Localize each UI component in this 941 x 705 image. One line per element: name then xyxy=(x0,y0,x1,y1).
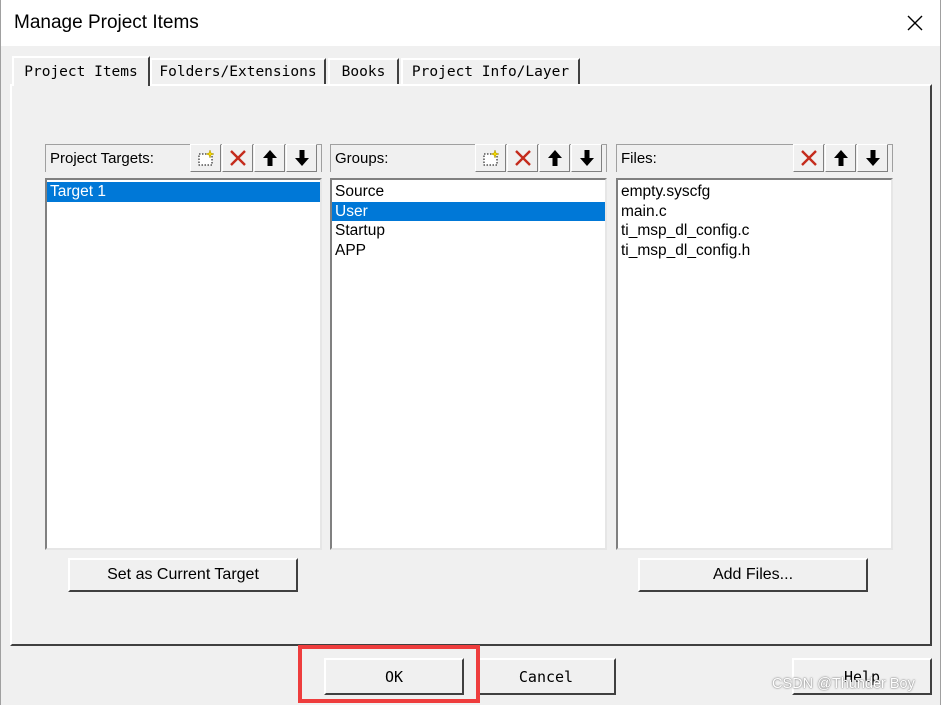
move-file-down-button[interactable] xyxy=(857,144,888,172)
move-down-icon xyxy=(294,150,309,166)
watermark: CSDN @Thunder Boy xyxy=(772,676,915,692)
targets-header-label: Project Targets: xyxy=(50,150,154,167)
delete-icon xyxy=(229,150,246,166)
title-bar: Manage Project Items xyxy=(0,0,941,46)
groups-panel: Groups: Source User Startup APP xyxy=(330,144,607,550)
move-down-icon xyxy=(579,150,594,166)
delete-group-button[interactable] xyxy=(507,144,538,172)
move-group-down-button[interactable] xyxy=(571,144,602,172)
list-item-target-1[interactable]: Target 1 xyxy=(47,182,320,202)
files-panel: Files: empty.syscfg main.c ti_msp_dl_con… xyxy=(616,144,893,550)
groups-list[interactable]: Source User Startup APP xyxy=(330,178,607,550)
window-border-left xyxy=(0,0,1,705)
move-target-down-button[interactable] xyxy=(286,144,317,172)
move-group-up-button[interactable] xyxy=(539,144,570,172)
tab-folders-extensions[interactable]: Folders/Extensions xyxy=(150,58,326,84)
files-list[interactable]: empty.syscfg main.c ti_msp_dl_config.c t… xyxy=(616,178,893,550)
delete-icon xyxy=(514,150,531,166)
list-item-group-user[interactable]: User xyxy=(332,201,605,221)
ok-highlight-box xyxy=(298,645,480,703)
new-group-button[interactable] xyxy=(475,144,506,172)
new-item-icon xyxy=(483,149,500,166)
list-item-file[interactable]: main.c xyxy=(618,202,891,222)
new-item-icon xyxy=(198,149,215,166)
move-file-up-button[interactable] xyxy=(825,144,856,172)
groups-header-label: Groups: xyxy=(335,150,389,167)
tab-books[interactable]: Books xyxy=(328,58,399,84)
close-icon xyxy=(907,15,923,31)
delete-icon xyxy=(800,150,817,166)
move-up-icon xyxy=(262,150,277,166)
targets-list[interactable]: Target 1 xyxy=(45,178,322,550)
tab-project-info-layer[interactable]: Project Info/Layer xyxy=(401,58,580,84)
move-up-icon xyxy=(547,150,562,166)
list-item-file[interactable]: ti_msp_dl_config.c xyxy=(618,221,891,241)
targets-panel: Project Targets: Target 1 xyxy=(45,144,322,550)
list-item-file[interactable]: empty.syscfg xyxy=(618,182,891,202)
window-title: Manage Project Items xyxy=(14,12,199,33)
move-target-up-button[interactable] xyxy=(254,144,285,172)
list-item-group-startup[interactable]: Startup xyxy=(332,221,605,241)
add-files-button[interactable]: Add Files... xyxy=(638,558,868,592)
move-down-icon xyxy=(865,150,880,166)
close-button[interactable] xyxy=(895,5,935,41)
set-current-target-button[interactable]: Set as Current Target xyxy=(68,558,298,592)
cancel-button[interactable]: Cancel xyxy=(476,658,616,695)
delete-target-button[interactable] xyxy=(222,144,253,172)
files-header-label: Files: xyxy=(621,150,657,167)
list-item-file[interactable]: ti_msp_dl_config.h xyxy=(618,241,891,261)
tab-project-items[interactable]: Project Items xyxy=(12,56,150,86)
new-target-button[interactable] xyxy=(190,144,221,172)
list-item-group-app[interactable]: APP xyxy=(332,241,605,261)
list-item-group-source[interactable]: Source xyxy=(332,182,605,202)
delete-file-button[interactable] xyxy=(793,144,824,172)
move-up-icon xyxy=(833,150,848,166)
